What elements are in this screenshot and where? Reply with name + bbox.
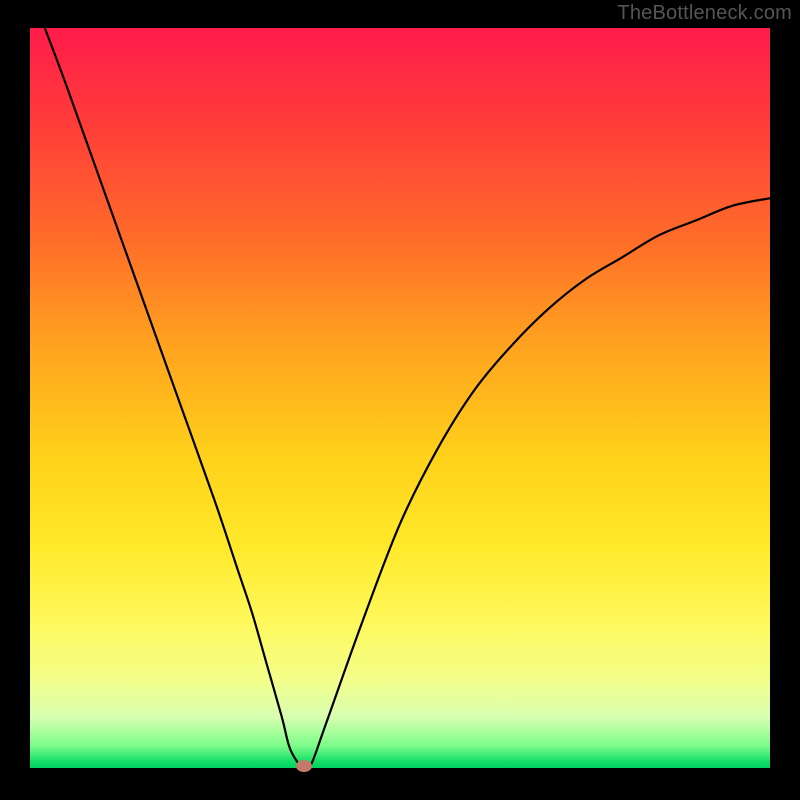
optimal-point-marker — [296, 760, 312, 772]
bottleneck-curve-path — [45, 28, 770, 768]
chart-container: TheBottleneck.com — [0, 0, 800, 800]
watermark-text: TheBottleneck.com — [617, 2, 792, 25]
bottleneck-curve-svg — [30, 28, 770, 768]
